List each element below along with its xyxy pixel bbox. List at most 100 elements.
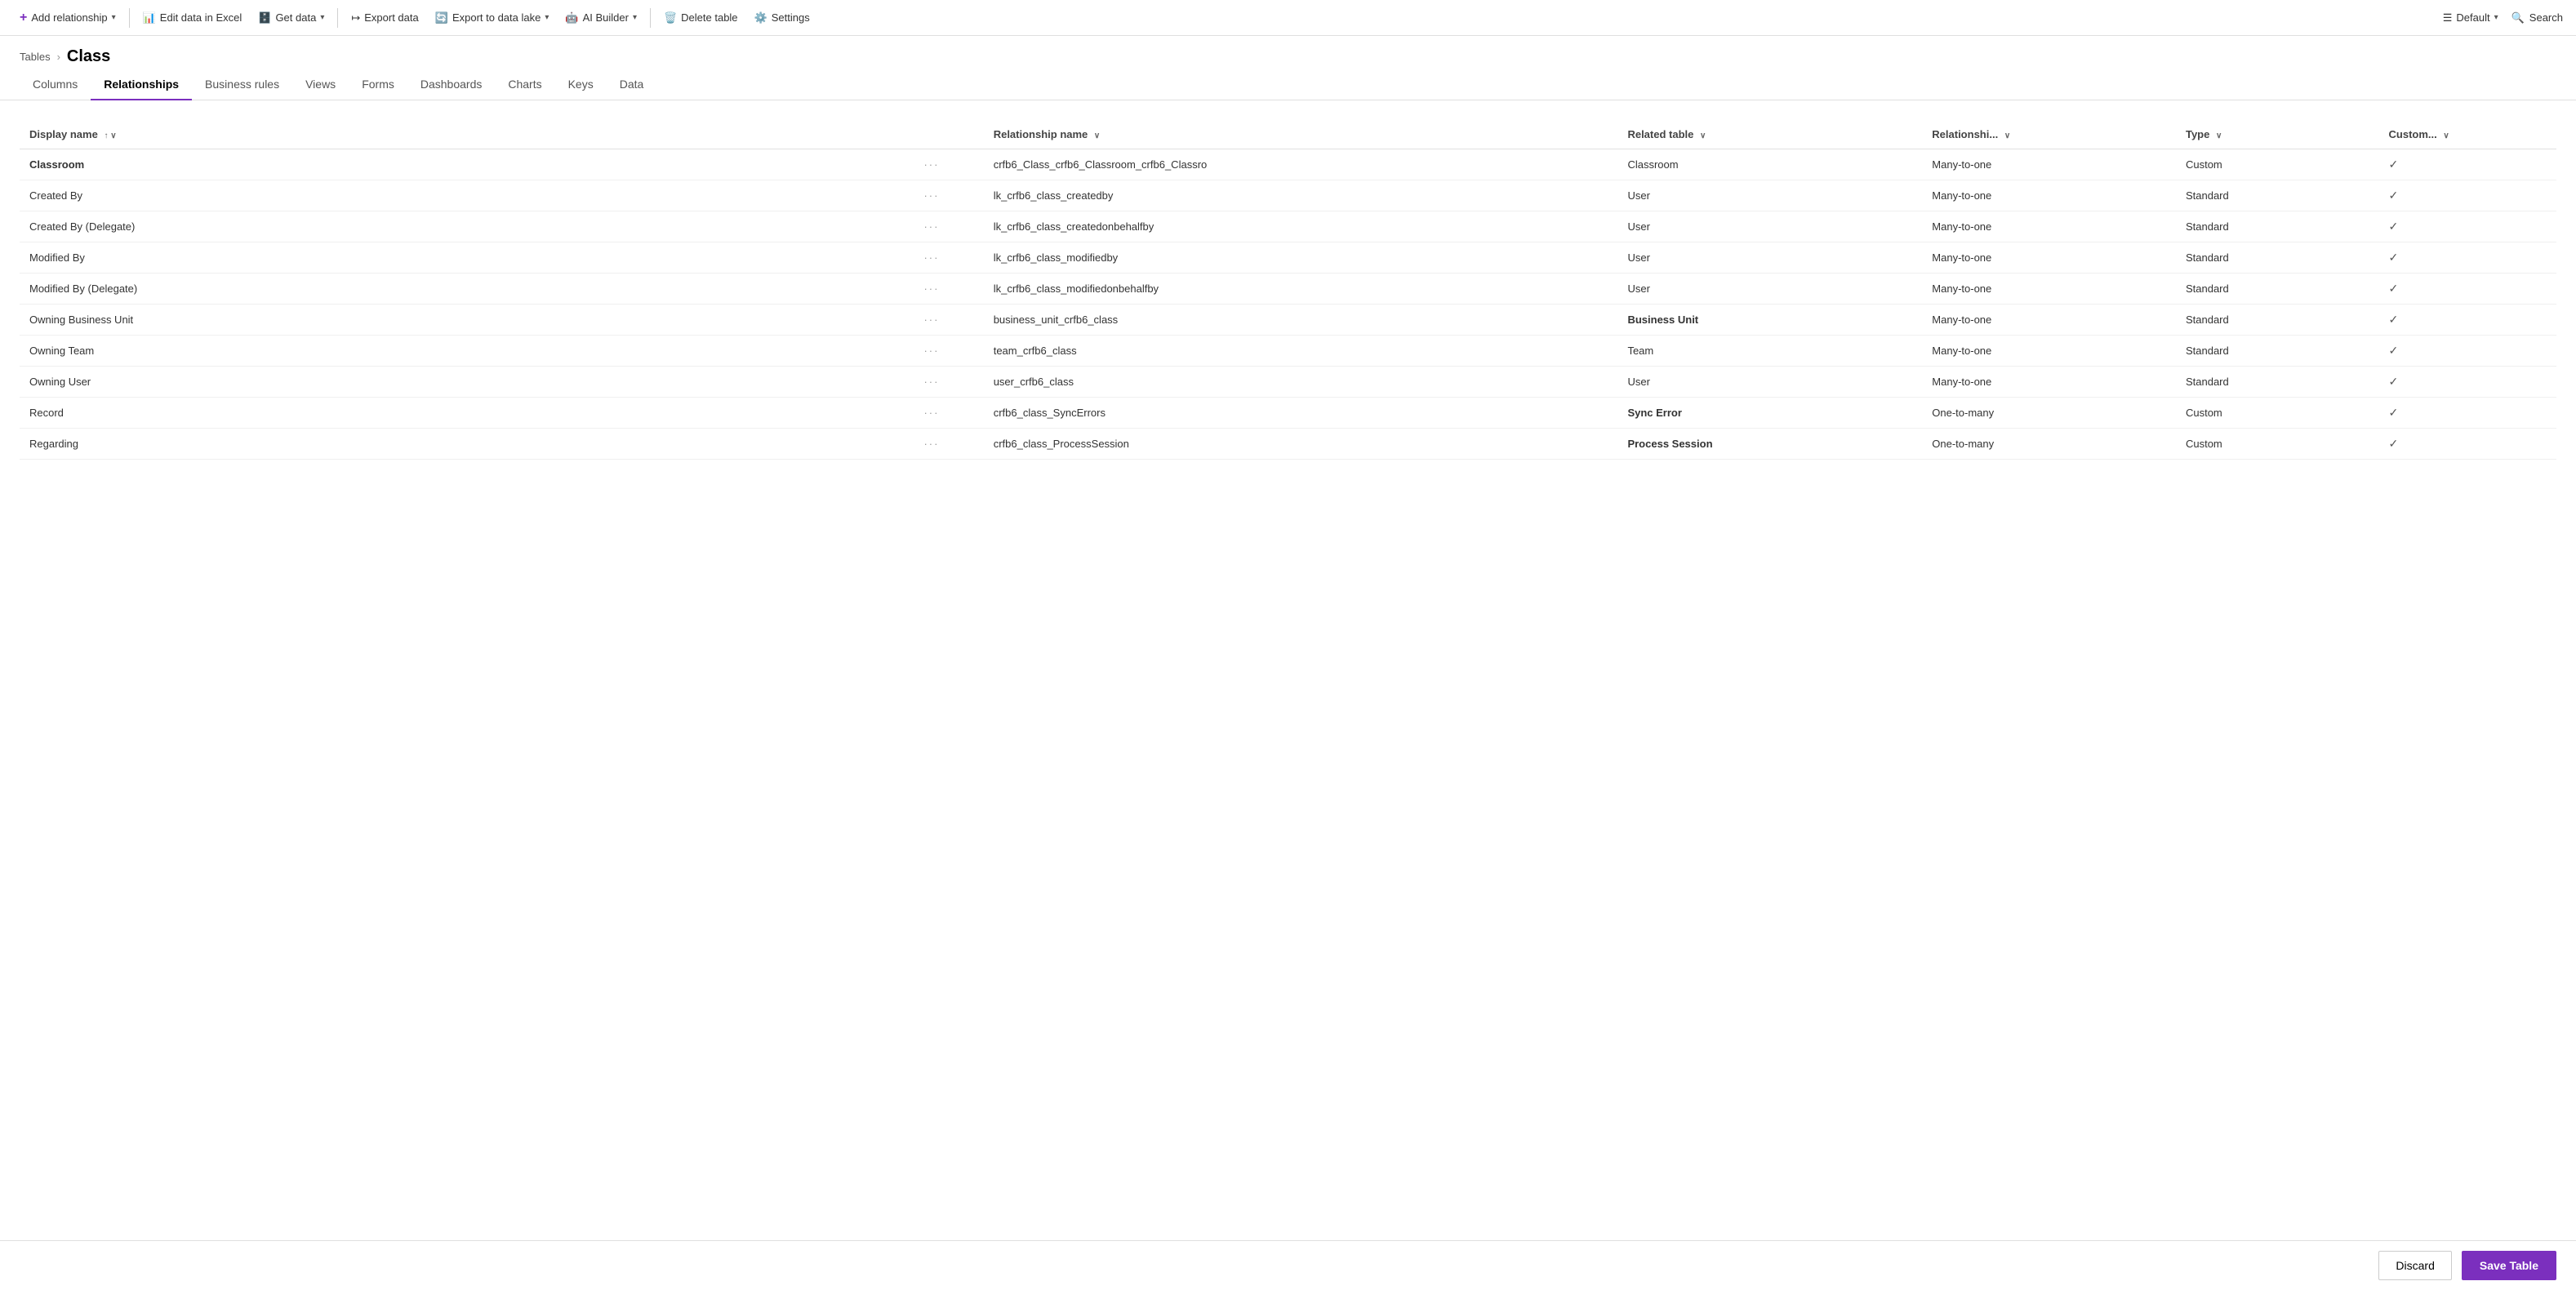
get-data-button[interactable]: 🗄️ Get data ▾ (251, 8, 331, 28)
ai-builder-label: AI Builder (583, 11, 629, 24)
check-icon: ✓ (2389, 375, 2399, 388)
filter-icon: ☰ (2443, 11, 2453, 24)
check-icon: ✓ (2389, 344, 2399, 357)
cell-customizable: ✓ (2379, 429, 2556, 460)
table-header: Display name ↑ ∨ Relationship name ∨ Rel… (20, 120, 2556, 149)
cell-dots-menu[interactable]: ··· (907, 180, 983, 211)
cell-display-name: Record (20, 398, 907, 429)
sort-none-icon-related: ∨ (1700, 131, 1706, 140)
cell-relationship-type: Many-to-one (1922, 274, 2176, 305)
tab-views[interactable]: Views (292, 69, 349, 100)
col-header-display-name[interactable]: Display name ↑ ∨ (20, 120, 907, 149)
table-row: Modified By ··· lk_crfb6_class_modifiedb… (20, 242, 2556, 274)
table-row: Created By (Delegate) ··· lk_crfb6_class… (20, 211, 2556, 242)
cell-dots-menu[interactable]: ··· (907, 367, 983, 398)
col-header-custom[interactable]: Custom... ∨ (2379, 120, 2556, 149)
edit-excel-button[interactable]: 📊 Edit data in Excel (136, 8, 249, 28)
cell-display-name: Owning User (20, 367, 907, 398)
tab-forms[interactable]: Forms (349, 69, 407, 100)
cell-relationship-name: lk_crfb6_class_createdby (984, 180, 1618, 211)
export-data-button[interactable]: ↦ Export data (345, 8, 425, 28)
cell-dots-menu[interactable]: ··· (907, 398, 983, 429)
table-header-row: Display name ↑ ∨ Relationship name ∨ Rel… (20, 120, 2556, 149)
cell-related-table: User (1617, 242, 1922, 274)
save-table-button[interactable]: Save Table (2462, 1251, 2556, 1280)
cell-relationship-name: lk_crfb6_class_modifiedby (984, 242, 1618, 274)
cell-dots-menu[interactable]: ··· (907, 149, 983, 180)
cell-display-name: Modified By (20, 242, 907, 274)
cell-dots-menu[interactable]: ··· (907, 429, 983, 460)
check-icon: ✓ (2389, 437, 2399, 450)
cell-related-table: User (1617, 180, 1922, 211)
check-icon: ✓ (2389, 251, 2399, 264)
cell-customizable: ✓ (2379, 367, 2556, 398)
add-relationship-label: Add relationship (31, 11, 107, 24)
cell-type: Standard (2176, 180, 2379, 211)
plus-icon: + (20, 11, 27, 25)
tab-columns[interactable]: Columns (20, 69, 91, 100)
cell-display-name: Created By (20, 180, 907, 211)
cell-customizable: ✓ (2379, 211, 2556, 242)
sort-asc-icon: ↑ ∨ (104, 131, 116, 140)
export-data-label: Export data (364, 11, 419, 24)
toolbar: + Add relationship ▾ 📊 Edit data in Exce… (0, 0, 2576, 36)
toolbar-separator-1 (129, 8, 130, 28)
cell-dots-menu[interactable]: ··· (907, 211, 983, 242)
toolbar-separator-2 (337, 8, 338, 28)
cell-customizable: ✓ (2379, 336, 2556, 367)
tabs-bar: Columns Relationships Business rules Vie… (0, 69, 2576, 100)
add-relationship-chevron-icon: ▾ (112, 13, 116, 22)
cell-type: Standard (2176, 211, 2379, 242)
delete-table-button[interactable]: 🗑️ Delete table (657, 8, 745, 28)
tab-dashboards[interactable]: Dashboards (407, 69, 496, 100)
cell-relationship-type: Many-to-one (1922, 211, 2176, 242)
discard-button[interactable]: Discard (2378, 1251, 2451, 1280)
export-lake-label: Export to data lake (452, 11, 541, 24)
col-header-relationship-type[interactable]: Relationshi... ∨ (1922, 120, 2176, 149)
cell-dots-menu[interactable]: ··· (907, 274, 983, 305)
cell-display-name: Regarding (20, 429, 907, 460)
cell-relationship-name: crfb6_class_SyncErrors (984, 398, 1618, 429)
cell-related-table: User (1617, 211, 1922, 242)
cell-relationship-name: lk_crfb6_class_createdonbehalfby (984, 211, 1618, 242)
default-chevron-icon: ▾ (2494, 13, 2498, 22)
ai-builder-icon: 🤖 (565, 11, 578, 24)
cell-dots-menu[interactable]: ··· (907, 336, 983, 367)
export-lake-button[interactable]: 🔄 Export to data lake ▾ (429, 8, 556, 28)
search-button[interactable]: 🔍 Search (2511, 11, 2563, 24)
settings-button[interactable]: ⚙️ Settings (748, 8, 816, 28)
get-data-chevron-icon: ▾ (320, 13, 324, 22)
cell-relationship-type: Many-to-one (1922, 242, 2176, 274)
settings-label: Settings (772, 11, 810, 24)
cell-dots-menu[interactable]: ··· (907, 242, 983, 274)
tab-data[interactable]: Data (607, 69, 657, 100)
sort-none-icon-relname: ∨ (1094, 131, 1100, 140)
content-area: Display name ↑ ∨ Relationship name ∨ Rel… (0, 100, 2576, 1266)
cell-relationship-type: Many-to-one (1922, 180, 2176, 211)
breadcrumb-parent[interactable]: Tables (20, 51, 51, 63)
toolbar-right: ☰ Default ▾ 🔍 Search (2436, 8, 2563, 28)
cell-display-name: Owning Team (20, 336, 907, 367)
cell-customizable: ✓ (2379, 398, 2556, 429)
cell-type: Standard (2176, 305, 2379, 336)
default-button[interactable]: ☰ Default ▾ (2436, 8, 2505, 28)
check-icon: ✓ (2389, 220, 2399, 233)
tab-charts[interactable]: Charts (495, 69, 554, 100)
col-header-related-table[interactable]: Related table ∨ (1617, 120, 1922, 149)
cell-relationship-name: business_unit_crfb6_class (984, 305, 1618, 336)
tab-business-rules[interactable]: Business rules (192, 69, 292, 100)
cell-relationship-name: team_crfb6_class (984, 336, 1618, 367)
table-row: Owning Team ··· team_crfb6_class Team Ma… (20, 336, 2556, 367)
edit-excel-icon: 📊 (143, 11, 156, 24)
cell-related-table: Process Session (1617, 429, 1922, 460)
col-header-type[interactable]: Type ∨ (2176, 120, 2379, 149)
tab-keys[interactable]: Keys (555, 69, 607, 100)
cell-dots-menu[interactable]: ··· (907, 305, 983, 336)
col-header-relationship-name[interactable]: Relationship name ∨ (984, 120, 1618, 149)
cell-related-table: User (1617, 367, 1922, 398)
add-relationship-button[interactable]: + Add relationship ▾ (13, 7, 122, 29)
ai-builder-button[interactable]: 🤖 AI Builder ▾ (558, 8, 643, 28)
table-row: Record ··· crfb6_class_SyncErrors Sync E… (20, 398, 2556, 429)
tab-relationships[interactable]: Relationships (91, 69, 192, 100)
cell-display-name: Modified By (Delegate) (20, 274, 907, 305)
